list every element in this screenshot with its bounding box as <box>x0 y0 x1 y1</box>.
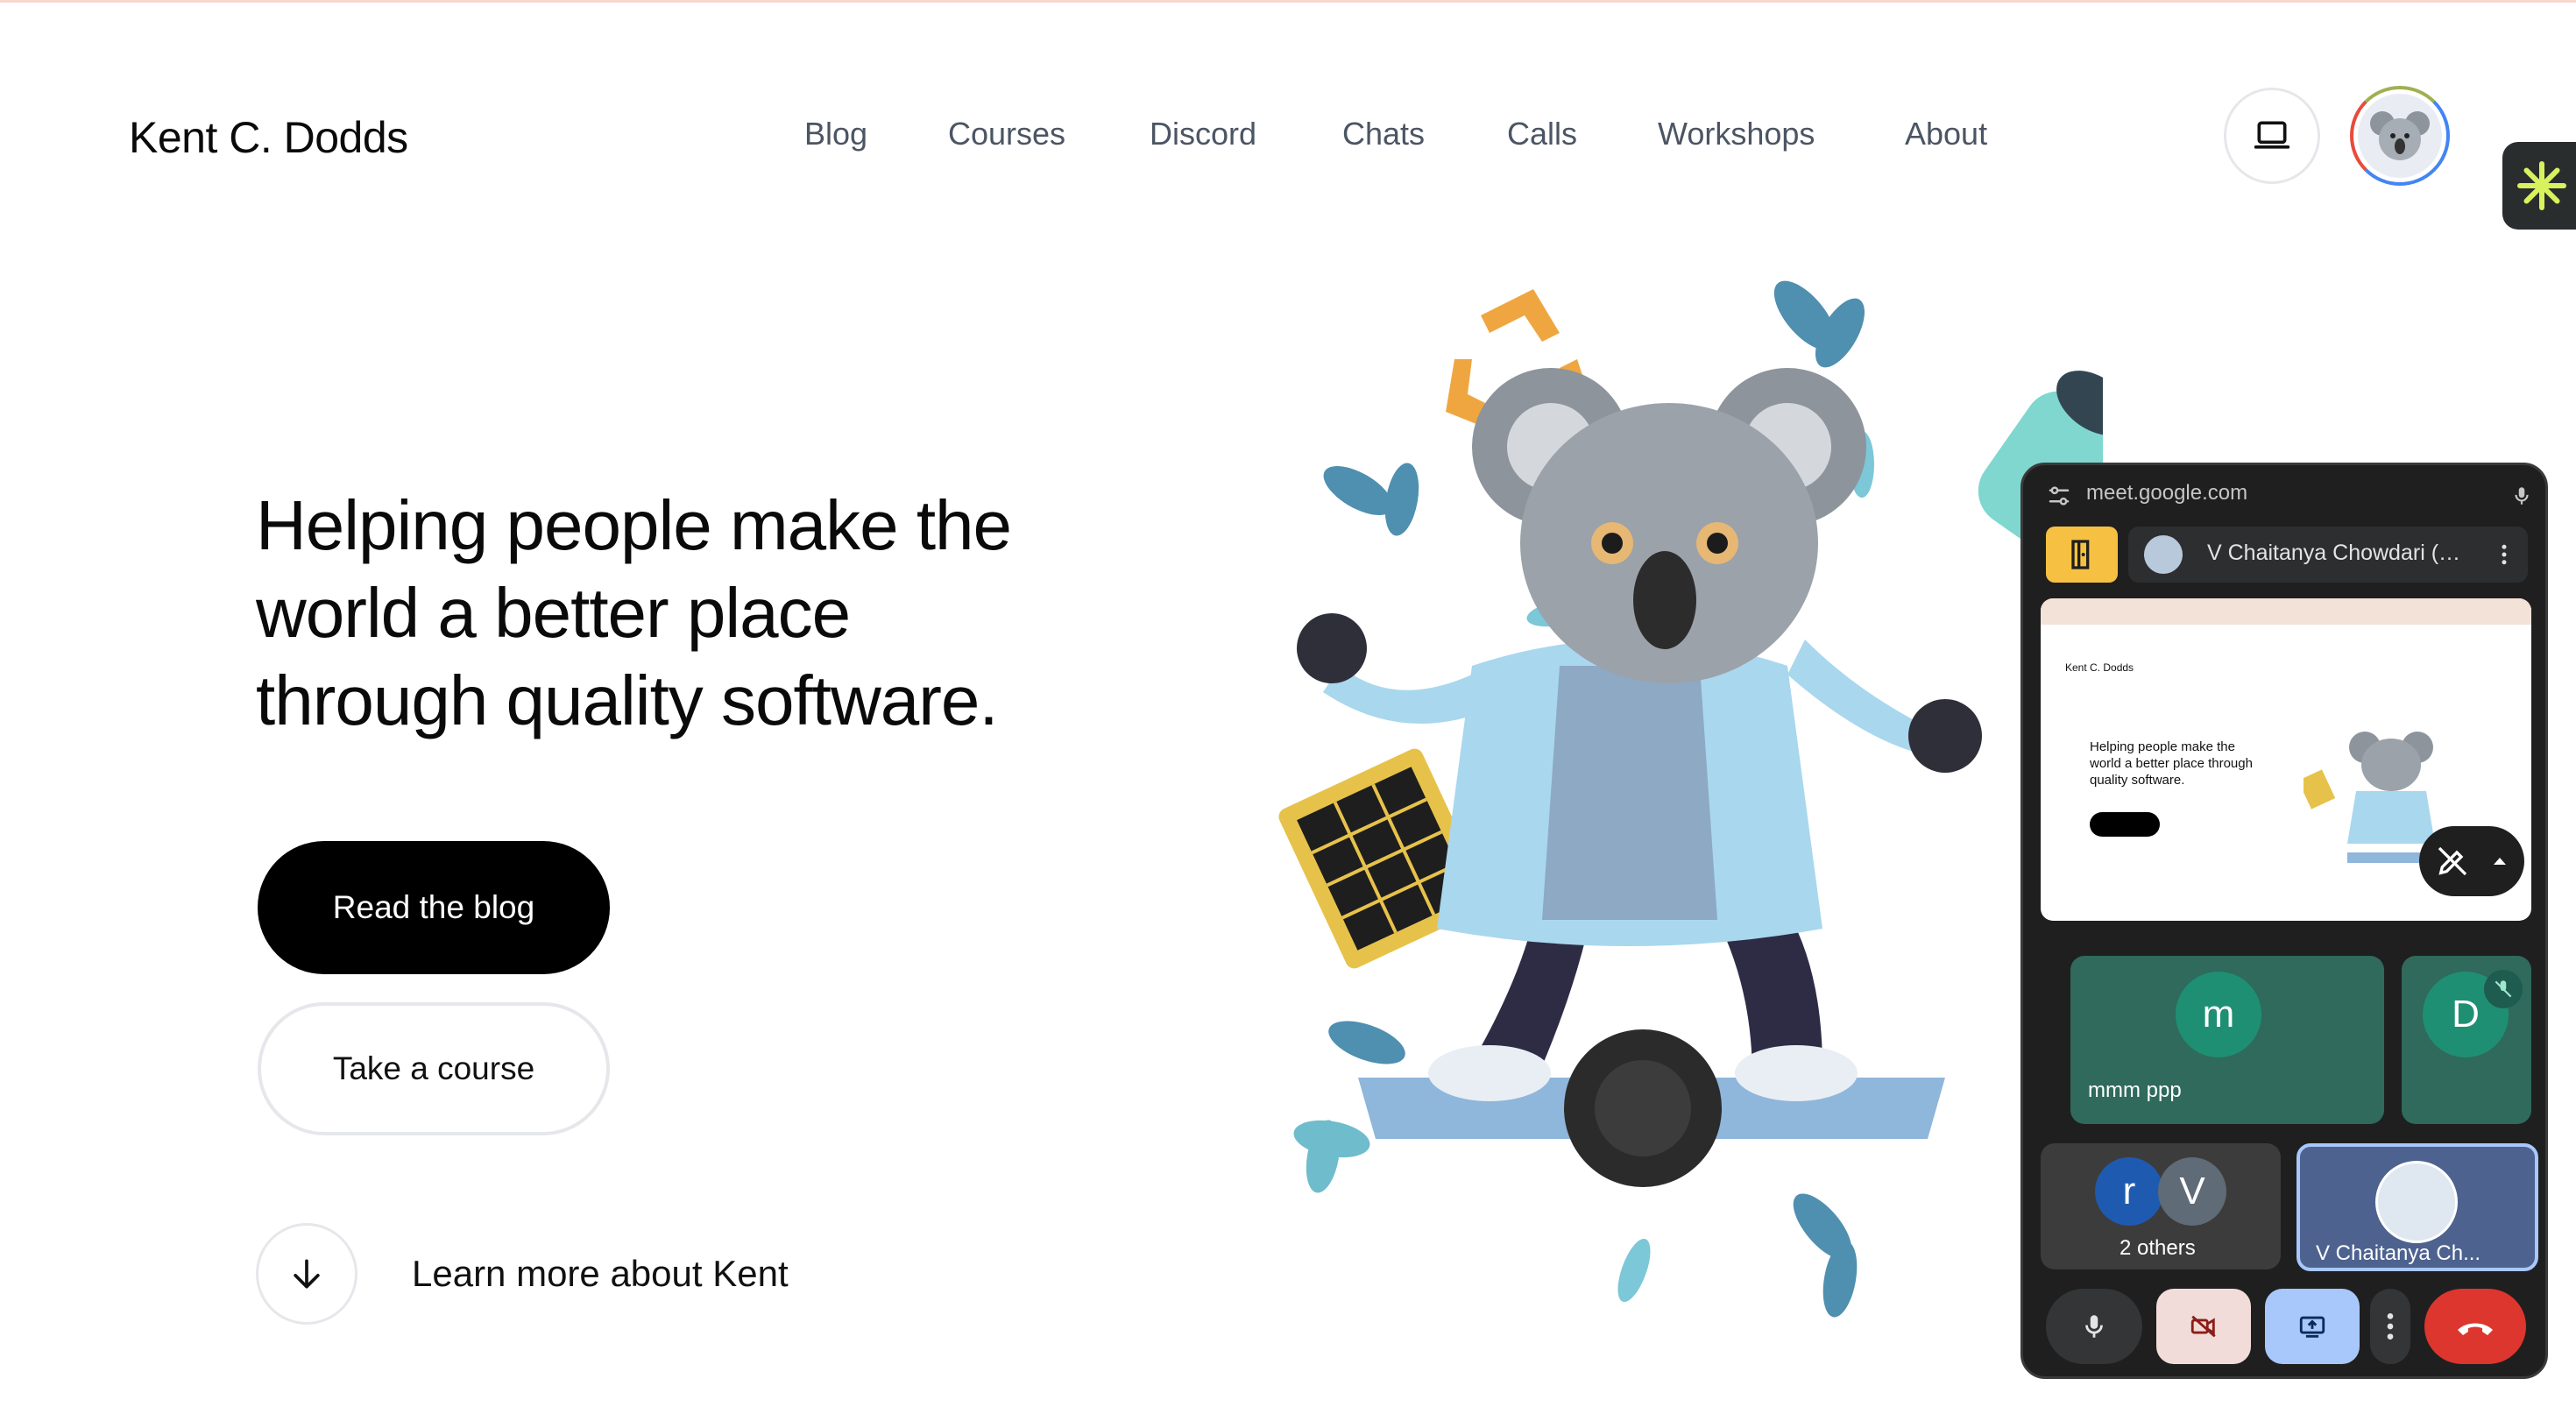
presenter-avatar <box>2144 535 2183 574</box>
pen-off-icon <box>2438 846 2467 876</box>
koala-avatar-icon <box>2370 111 2430 160</box>
nav-about[interactable]: About <box>1905 116 1987 152</box>
others-count-label: 2 others <box>2120 1236 2196 1260</box>
nav-courses[interactable]: Courses <box>948 116 1065 152</box>
extension-sidebar-tab[interactable] <box>2502 142 2576 230</box>
leave-presentation-button[interactable] <box>2046 527 2118 583</box>
door-exit-icon <box>2071 540 2090 569</box>
participant-name: mmm ppp <box>2088 1078 2182 1102</box>
mic-off-icon <box>2495 980 2512 998</box>
microphone-indicator-icon <box>2515 487 2529 505</box>
read-blog-button[interactable]: Read the blog <box>258 841 610 974</box>
presenter-name: V Chaitanya Chowdari (Yo... <box>2207 541 2470 565</box>
nav-discord[interactable]: Discord <box>1150 116 1256 152</box>
mini-site-title: Kent C. Dodds <box>2065 661 2134 674</box>
camera-toggle-button[interactable] <box>2156 1289 2251 1364</box>
sparkle-icon <box>2517 161 2566 210</box>
take-course-button[interactable]: Take a course <box>258 1002 610 1135</box>
laptop-icon <box>2254 121 2290 149</box>
shared-screen-preview: Kent C. Dodds Helping people make the wo… <box>2041 598 2531 921</box>
hang-up-icon <box>2458 1323 2493 1335</box>
user-avatar[interactable] <box>2350 86 2450 186</box>
scroll-down-button[interactable] <box>256 1223 357 1325</box>
mini-read-blog-button <box>2090 812 2160 837</box>
hero-headline: Helping people make the world a better p… <box>256 482 1132 745</box>
self-name: V Chaitanya Ch... <box>2316 1241 2481 1265</box>
mini-browser-tabs <box>2041 598 2531 625</box>
site-logo-title[interactable]: Kent C. Dodds <box>129 112 408 163</box>
arrow-down-icon <box>294 1259 320 1289</box>
hero-headline-line-2: world a better place <box>256 574 851 652</box>
theme-toggle-button[interactable] <box>2224 88 2320 184</box>
self-avatar <box>2375 1161 2458 1243</box>
google-meet-pip-window[interactable]: meet.google.com V Chaitanya Chowdari (Yo… <box>2020 463 2548 1379</box>
participant-initial: m <box>2176 972 2261 1057</box>
site-settings-icon[interactable] <box>2046 483 2072 509</box>
hero-headline-line-1: Helping people make the <box>256 486 1012 564</box>
top-accent-line <box>0 0 2576 3</box>
mini-hero-headline: Helping people make the world a better p… <box>2090 739 2253 788</box>
nav-calls[interactable]: Calls <box>1507 116 1577 152</box>
learn-more-link[interactable]: Learn more about Kent <box>412 1253 789 1295</box>
onewheel-board-shape <box>1358 1029 1945 1187</box>
chevron-up-icon <box>2494 858 2506 865</box>
nav-chats[interactable]: Chats <box>1342 116 1425 152</box>
others-tile[interactable]: r V 2 others <box>2041 1143 2281 1269</box>
present-screen-icon <box>2299 1316 2325 1338</box>
self-view-tile[interactable]: V Chaitanya Ch... <box>2296 1143 2538 1271</box>
other-initial-2: V <box>2158 1157 2226 1226</box>
present-screen-button[interactable] <box>2265 1289 2360 1364</box>
nav-blog[interactable]: Blog <box>804 116 867 152</box>
koala-head <box>1472 368 1866 683</box>
participant-tile-mmm[interactable]: m mmm ppp <box>2070 956 2384 1124</box>
pip-presentation-bar: V Chaitanya Chowdari (Yo... <box>2046 527 2528 583</box>
microphone-icon <box>2085 1315 2103 1338</box>
pip-annotate-controls[interactable] <box>2419 826 2524 896</box>
other-initial-1: r <box>2095 1157 2163 1226</box>
participant-tile-d[interactable]: D <box>2402 956 2531 1124</box>
muted-indicator <box>2484 970 2523 1008</box>
mic-button[interactable] <box>2046 1289 2142 1364</box>
koala-hero-illustration <box>1278 280 2103 1318</box>
hero-headline-line-3: through quality software. <box>256 661 999 739</box>
end-call-button[interactable] <box>2424 1289 2526 1364</box>
more-vert-icon <box>2387 1313 2394 1340</box>
presenter-chip[interactable]: V Chaitanya Chowdari (Yo... <box>2128 527 2528 583</box>
nav-workshops[interactable]: Workshops <box>1658 116 1815 152</box>
camera-off-icon <box>2190 1315 2216 1338</box>
more-controls-button[interactable] <box>2370 1289 2410 1364</box>
more-options-icon[interactable] <box>2491 541 2517 569</box>
pip-url-text: meet.google.com <box>2086 481 2248 505</box>
